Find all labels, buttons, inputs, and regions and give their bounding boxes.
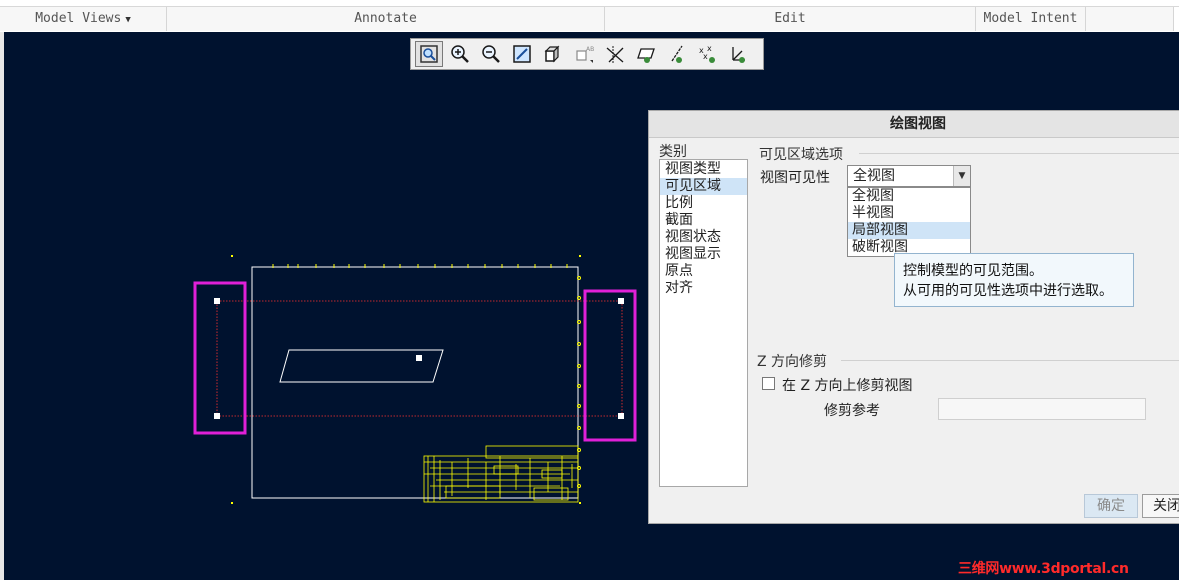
clip-reference-label: 修剪参考 xyxy=(824,403,880,419)
ribbon-group-label: Edit xyxy=(774,11,806,26)
canvas-left-border xyxy=(0,32,4,580)
ribbon-group-label: Model Intent xyxy=(983,11,1078,26)
svg-text:x: x xyxy=(707,44,712,53)
view-visibility-options: 全视图 半视图 局部视图 破断视图 xyxy=(847,187,971,257)
ribbon-group-label: Annotate xyxy=(354,11,417,26)
option-partial-view[interactable]: 局部视图 xyxy=(848,222,970,239)
z-clip-label: 在 Z 方向上修剪视图 xyxy=(782,378,913,394)
ribbon-group-label: Model Views xyxy=(35,11,122,26)
category-item-alignment[interactable]: 对齐 xyxy=(660,280,747,297)
refit-icon[interactable] xyxy=(415,41,443,67)
close-button[interactable]: 关闭 xyxy=(1142,494,1179,518)
point-display-icon[interactable]: xxx xyxy=(694,41,722,67)
chevron-down-icon[interactable]: ▼ xyxy=(953,166,970,186)
tooltip: 控制模型的可见范围。 从可用的可见性选项中进行选取。 xyxy=(894,253,1134,307)
category-item-view-state[interactable]: 视图状态 xyxy=(660,229,747,246)
section-divider xyxy=(859,153,1179,154)
view-visibility-label: 视图可见性 xyxy=(760,170,830,186)
tooltip-line-2: 从可用的可见性选项中进行选取。 xyxy=(903,283,1113,299)
category-item-visible-area[interactable]: 可见区域 xyxy=(660,178,747,195)
ribbon-group-model-intent[interactable]: Model Intent xyxy=(976,7,1086,31)
ribbon-tab-strip xyxy=(0,0,1179,7)
dialog-title: 绘图视图 xyxy=(649,111,1179,138)
category-item-section[interactable]: 截面 xyxy=(660,212,747,229)
view-visibility-select[interactable]: 全视图 ▼ xyxy=(847,165,971,187)
clip-reference-field[interactable] xyxy=(938,398,1146,420)
z-clip-checkbox[interactable] xyxy=(762,377,775,390)
category-label: 类别 xyxy=(659,144,687,160)
watermark: 三维网www.3dportal.cn xyxy=(958,561,1129,577)
ok-button[interactable]: 确定 xyxy=(1084,494,1138,518)
option-half-view[interactable]: 半视图 xyxy=(848,205,970,222)
csys-display-icon[interactable] xyxy=(725,41,753,67)
ribbon-group-annotate[interactable]: Annotate xyxy=(167,7,605,31)
section-divider xyxy=(841,360,1179,361)
z-clip-section-title: Z 方向修剪 xyxy=(757,354,828,370)
repaint-icon[interactable] xyxy=(508,41,536,67)
visible-area-section-title: 可见区域选项 xyxy=(759,147,843,163)
graphics-toolbar: AB xxx xyxy=(410,38,764,70)
ribbon-group-edit[interactable]: Edit xyxy=(605,7,976,31)
ribbon-group-model-views[interactable]: Model Views ▼ xyxy=(0,7,167,31)
svg-text:x: x xyxy=(703,52,708,61)
category-item-view-type[interactable]: 视图类型 xyxy=(660,161,747,178)
dropdown-caret-icon[interactable]: ▼ xyxy=(125,15,130,25)
plane-display-icon[interactable] xyxy=(632,41,660,67)
svg-text:AB: AB xyxy=(586,46,594,53)
drawing-view-dialog: 绘图视图 类别 视图类型 可见区域 比例 截面 视图状态 视图显示 原点 对齐 … xyxy=(648,110,1179,524)
zoom-in-icon[interactable] xyxy=(446,41,474,67)
select-value: 全视图 xyxy=(853,168,895,184)
option-full-view[interactable]: 全视图 xyxy=(848,188,970,205)
display-style-icon[interactable] xyxy=(539,41,567,67)
tooltip-line-1: 控制模型的可见范围。 xyxy=(903,263,1043,279)
zoom-out-icon[interactable] xyxy=(477,41,505,67)
ribbon: Model Views ▼ Annotate Edit Model Intent xyxy=(0,0,1179,32)
axis-display-icon[interactable] xyxy=(663,41,691,67)
category-item-scale[interactable]: 比例 xyxy=(660,195,747,212)
ribbon-group-empty xyxy=(1086,7,1174,31)
view-orientation-icon[interactable]: AB xyxy=(570,41,598,67)
category-item-origin[interactable]: 原点 xyxy=(660,263,747,280)
category-list: 视图类型 可见区域 比例 截面 视图状态 视图显示 原点 对齐 xyxy=(659,159,748,487)
datum-display-icon[interactable] xyxy=(601,41,629,67)
category-item-view-display[interactable]: 视图显示 xyxy=(660,246,747,263)
